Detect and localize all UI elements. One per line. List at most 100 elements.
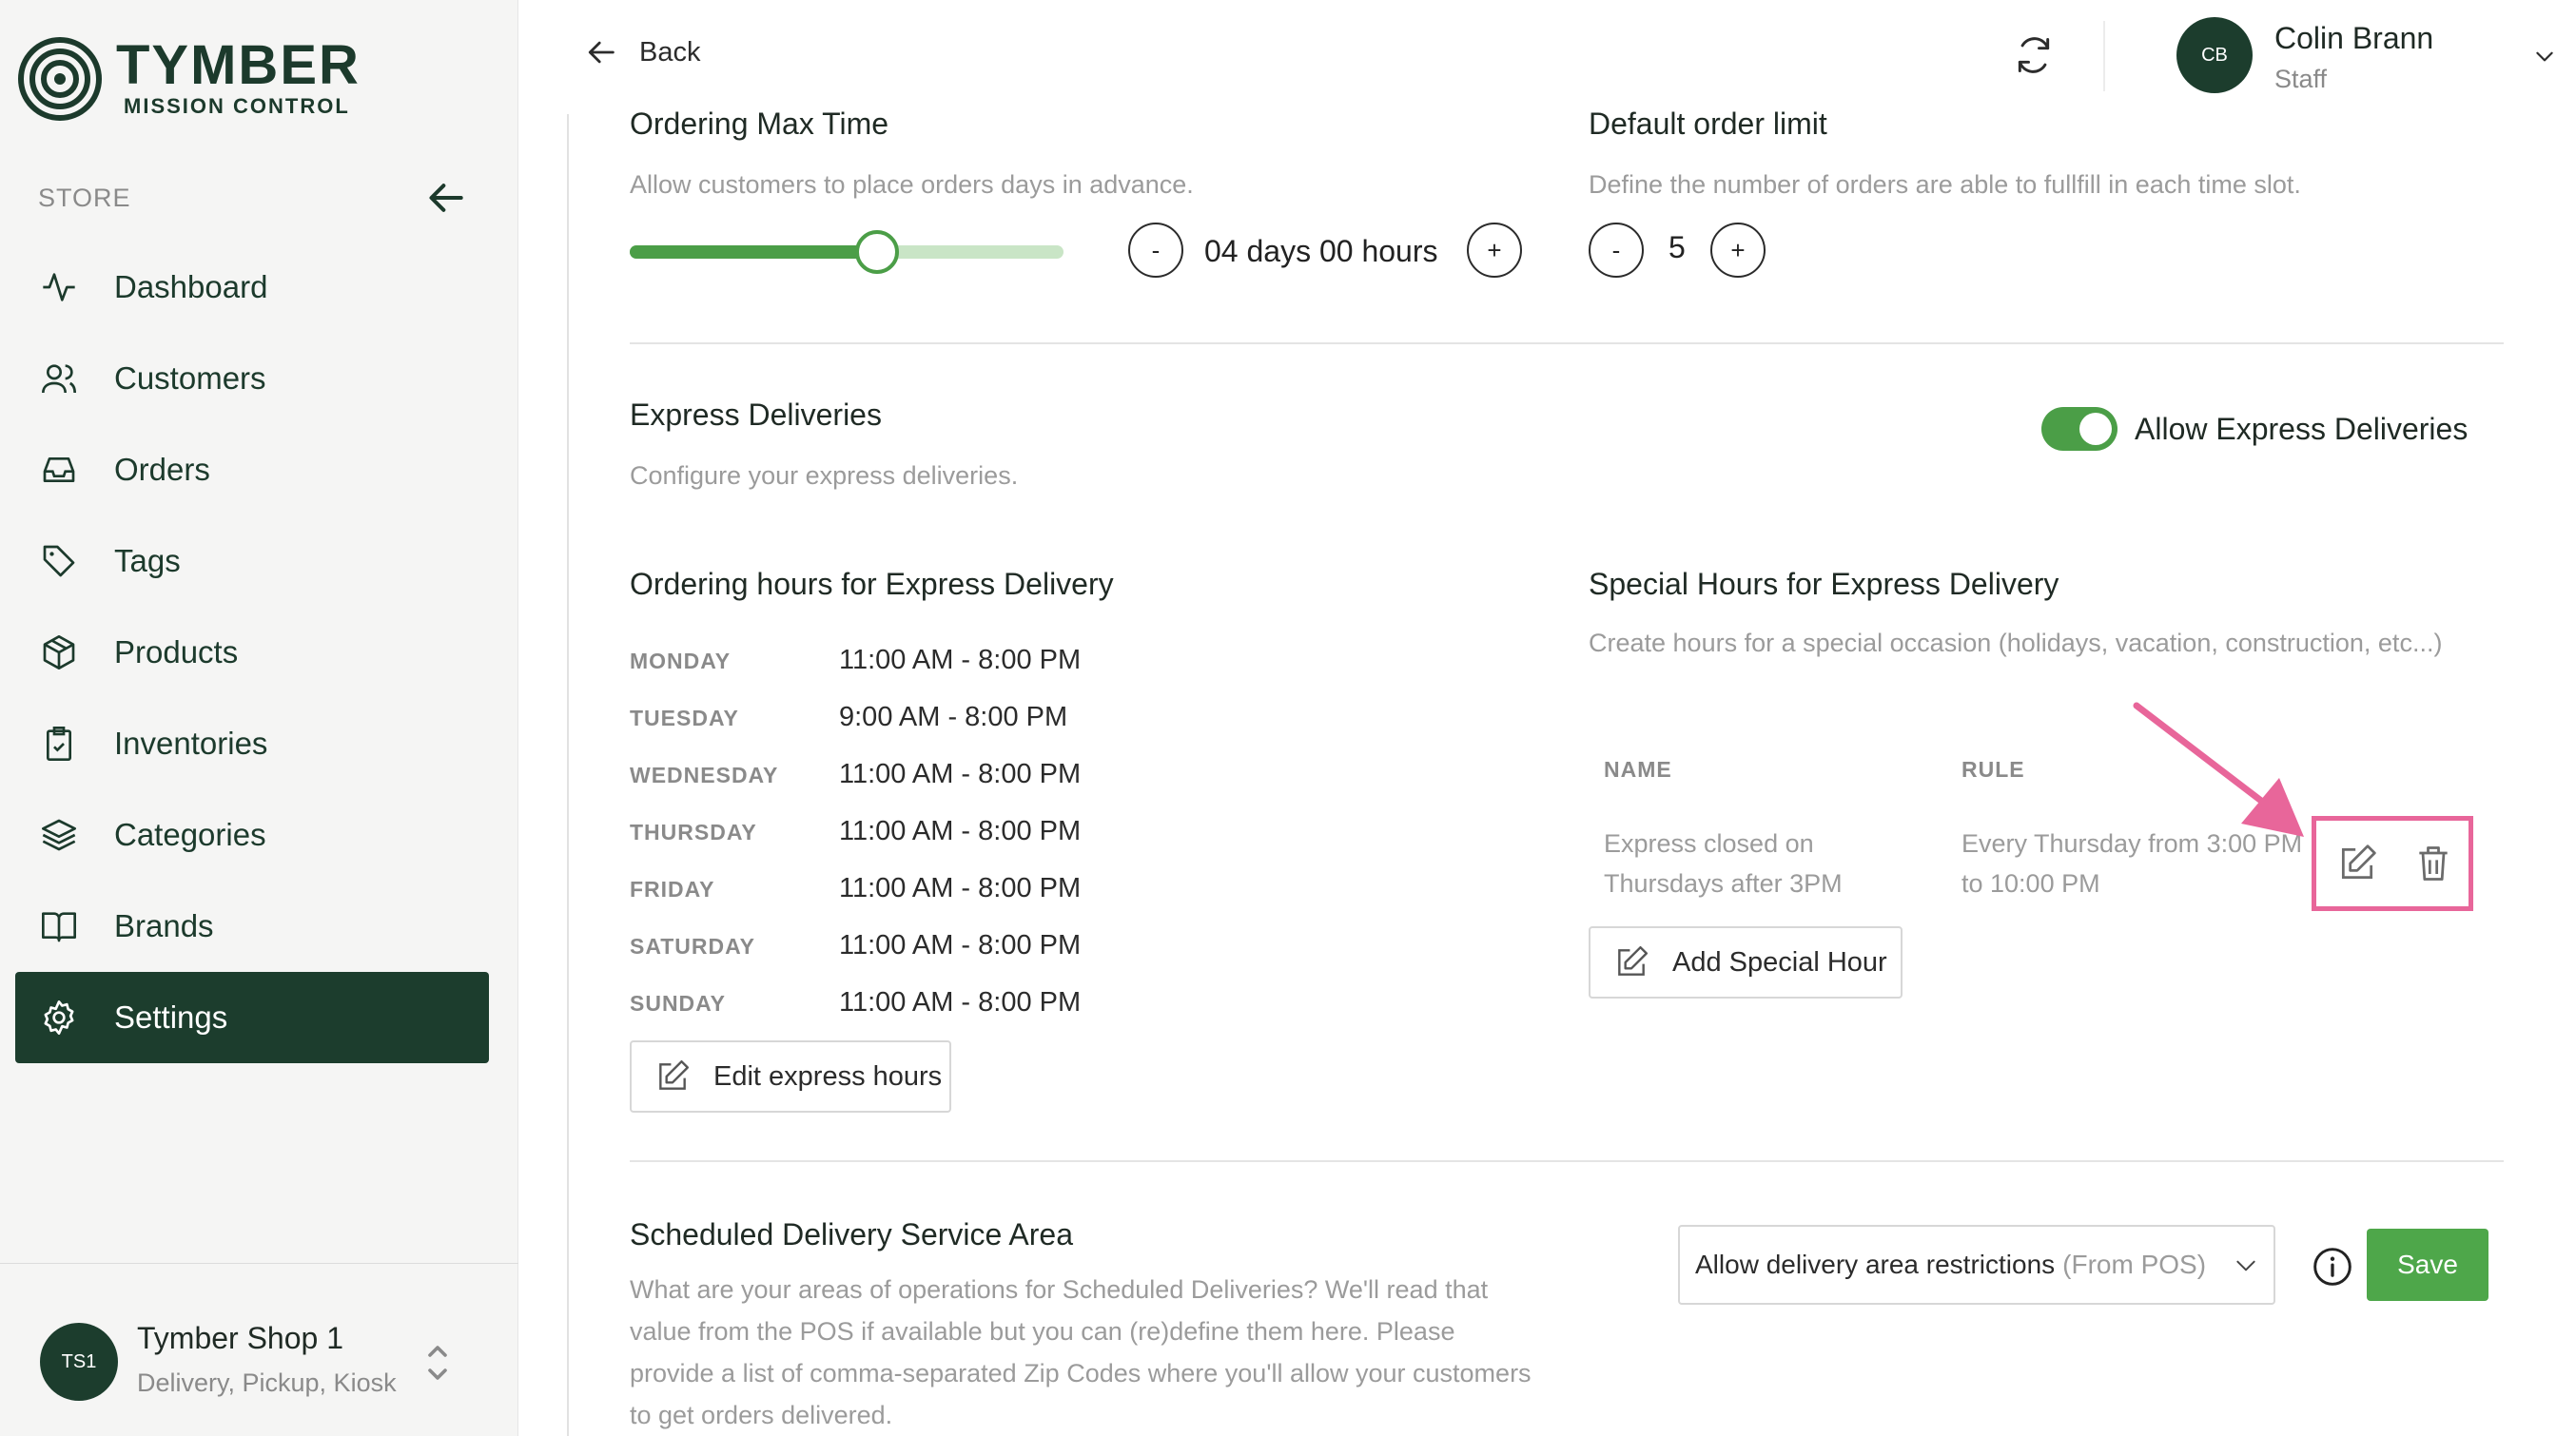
back-label: Back	[639, 36, 701, 68]
ordering-max-time-title: Ordering Max Time	[630, 107, 889, 141]
edit-icon	[659, 1059, 690, 1090]
column-header-name: NAME	[1604, 757, 1672, 782]
inbox-icon	[43, 457, 75, 482]
allow-express-label: Allow Express Deliveries	[2135, 412, 2469, 446]
logo-subtitle: MISSION CONTROL	[124, 94, 350, 118]
day-label: SUNDAY	[630, 991, 727, 1016]
sidebar-item-dashboard[interactable]: Dashboard	[15, 242, 489, 333]
special-hour-name: Express closed on Thursdays after 3PM	[1604, 829, 1843, 898]
delivery-area-select[interactable]: Allow delivery area restrictions (From P…	[1678, 1225, 2275, 1305]
slider-fill	[630, 245, 877, 259]
gear-icon	[44, 1000, 74, 1035]
logo[interactable]: TYMBER MISSION CONTROL	[17, 36, 361, 122]
sidebar-item-settings[interactable]: Settings	[15, 972, 489, 1063]
ordering-max-time-slider[interactable]	[630, 230, 1064, 274]
day-hours: 11:00 AM - 8:00 PM	[839, 873, 1082, 903]
shop-avatar: TS1	[40, 1323, 118, 1401]
order-limit-decrease-button[interactable]: -	[1589, 223, 1644, 278]
edit-express-hours-button[interactable]: Edit express hours	[630, 1040, 951, 1113]
annotation-arrow-icon	[2133, 702, 2304, 837]
day-label: FRIDAY	[630, 877, 715, 902]
order-limit-value: 5	[1669, 230, 1686, 264]
chevron-down-icon[interactable]	[2532, 44, 2557, 68]
service-area-description: What are your areas of operations for Sc…	[630, 1275, 1532, 1429]
section-divider	[630, 342, 2504, 344]
activity-icon	[43, 273, 75, 301]
settings-content: Ordering Max Time Allow customers to pla…	[567, 107, 2576, 1436]
sidebar-item-categories[interactable]: Categories	[15, 789, 489, 881]
service-area-title: Scheduled Delivery Service Area	[630, 1217, 1074, 1252]
sidebar-item-label: Dashboard	[114, 269, 268, 304]
day-label: TUESDAY	[630, 706, 739, 730]
collapse-sidebar-arrow-left-icon[interactable]	[426, 177, 468, 219]
sidebar-nav: Dashboard Customers Orders Tags Products…	[15, 242, 489, 1063]
shop-switcher[interactable]: TS1 Tymber Shop 1 Delivery, Pickup, Kios…	[0, 1263, 518, 1436]
sidebar-item-tags[interactable]: Tags	[15, 515, 489, 607]
day-hours: 9:00 AM - 8:00 PM	[839, 702, 1068, 732]
special-hours-description: Create hours for a special occasion (hol…	[1589, 629, 2443, 657]
day-label: THURSDAY	[630, 820, 757, 844]
user-role: Staff	[2274, 65, 2328, 93]
sidebar-item-inventories[interactable]: Inventories	[15, 698, 489, 789]
shop-type: Delivery, Pickup, Kiosk	[137, 1368, 397, 1397]
column-header-rule: RULE	[1961, 757, 2025, 782]
day-hours: 11:00 AM - 8:00 PM	[839, 759, 1082, 789]
max-time-decrease-button[interactable]: -	[1128, 223, 1183, 278]
order-limit-increase-button[interactable]: +	[1710, 223, 1766, 278]
section-divider	[630, 1160, 2504, 1162]
user-avatar[interactable]: CB	[2176, 17, 2253, 93]
express-deliveries-title: Express Deliveries	[630, 398, 882, 432]
box-icon	[43, 635, 75, 669]
header-divider	[2103, 21, 2105, 91]
sidebar-item-label: Products	[114, 634, 239, 669]
max-time-increase-button[interactable]: +	[1467, 223, 1522, 278]
refresh-icon[interactable]	[2013, 34, 2055, 76]
delivery-area-select-value: Allow delivery area restrictions	[1695, 1250, 2056, 1279]
chevron-down-icon	[2236, 1260, 2255, 1271]
day-hours: 11:00 AM - 8:00 PM	[839, 645, 1082, 675]
sidebar-item-products[interactable]: Products	[15, 607, 489, 698]
express-deliveries-description: Configure your express deliveries.	[630, 461, 1019, 490]
tag-icon	[43, 545, 75, 577]
allow-express-toggle[interactable]	[2041, 407, 2117, 451]
edit-express-hours-label: Edit express hours	[713, 1060, 943, 1092]
delivery-area-select-hint: (From POS)	[2062, 1250, 2207, 1279]
users-icon	[42, 364, 76, 394]
layers-icon	[42, 819, 76, 851]
sidebar-item-customers[interactable]: Customers	[15, 333, 489, 424]
info-icon[interactable]	[2312, 1246, 2353, 1288]
day-label: MONDAY	[630, 649, 732, 673]
tymber-logo-icon	[18, 37, 102, 121]
sidebar-item-brands[interactable]: Brands	[15, 881, 489, 972]
back-button[interactable]: Back	[586, 36, 700, 68]
chevron-up-down-icon[interactable]	[426, 1340, 449, 1386]
default-order-limit-description: Define the number of orders are able to …	[1589, 170, 2301, 199]
save-button[interactable]: Save	[2367, 1229, 2488, 1301]
day-label: SATURDAY	[630, 934, 755, 959]
sidebar-item-label: Tags	[114, 543, 181, 578]
sidebar-item-label: Inventories	[114, 726, 268, 761]
default-order-limit-title: Default order limit	[1589, 107, 1827, 141]
sidebar-item-orders[interactable]: Orders	[15, 424, 489, 515]
sidebar-item-label: Customers	[114, 360, 266, 396]
day-hours: 11:00 AM - 8:00 PM	[839, 930, 1082, 961]
sidebar-item-label: Brands	[114, 908, 214, 943]
top-header: Back CB Colin Brann Staff	[519, 0, 2576, 114]
slider-thumb[interactable]	[854, 230, 899, 274]
sidebar: TYMBER MISSION CONTROL STORE Dashboard C…	[0, 0, 518, 1436]
sidebar-item-label: Categories	[114, 817, 266, 852]
max-time-value: 04 days 00 hours	[1204, 234, 1438, 268]
delete-special-hour-trash-icon[interactable]	[2412, 843, 2454, 884]
user-name: Colin Brann	[2274, 21, 2434, 55]
special-hours-title: Special Hours for Express Delivery	[1589, 567, 2059, 601]
day-label: WEDNESDAY	[630, 763, 779, 787]
arrow-left-icon	[588, 41, 615, 64]
logo-title: TYMBER	[116, 34, 361, 96]
sidebar-section-label: STORE	[38, 184, 131, 212]
sidebar-item-label: Orders	[114, 452, 210, 487]
shop-name: Tymber Shop 1	[137, 1321, 343, 1355]
clipboard-check-icon	[47, 727, 71, 761]
add-special-hour-button[interactable]: Add Special Hour	[1589, 926, 1903, 999]
edit-special-hour-icon[interactable]	[2336, 843, 2378, 884]
express-hours-title: Ordering hours for Express Delivery	[630, 567, 1114, 601]
